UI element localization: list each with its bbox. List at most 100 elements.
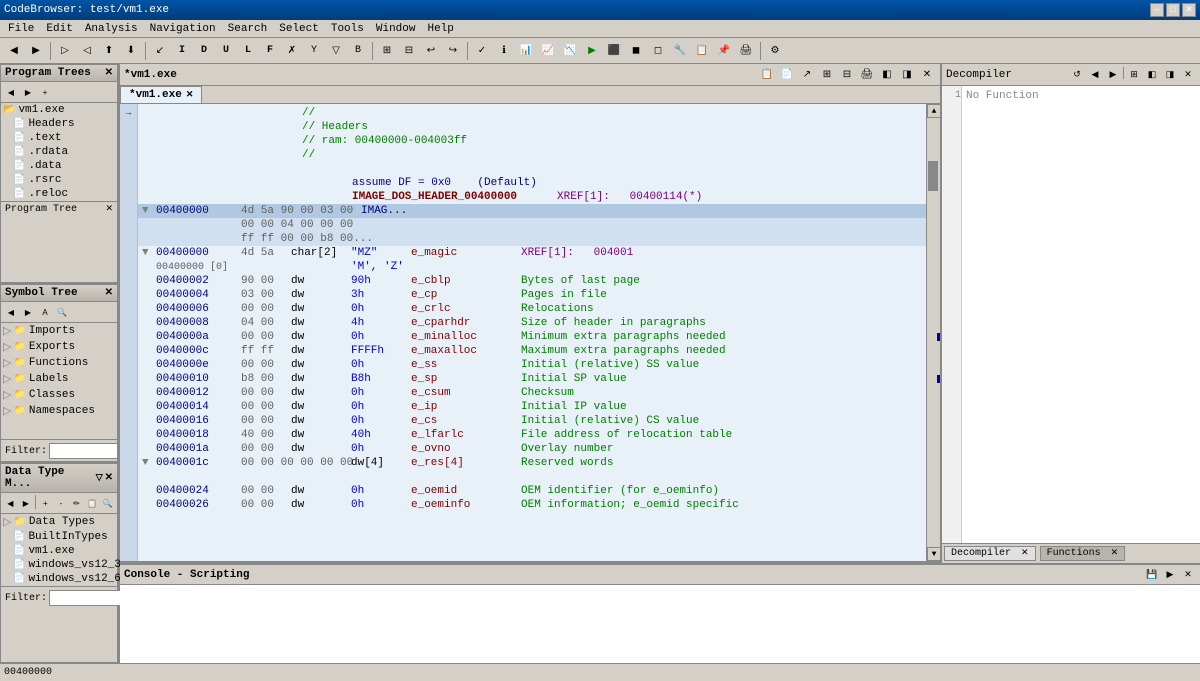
toolbar-btn-b[interactable]: B <box>348 41 368 61</box>
code-row-ecblp[interactable]: 00400002 90 00 dw 90h e_cblp Bytes of la… <box>138 274 926 288</box>
dt-item-vs12-64[interactable]: 📄 windows_vs12_64 <box>1 572 117 586</box>
dt-item-vm1[interactable]: 📄 vm1.exe <box>1 544 117 558</box>
listing-close[interactable]: ✕ <box>918 66 936 84</box>
toolbar-btn-s8[interactable]: 📋 <box>692 41 712 61</box>
dt-btn-3[interactable]: + <box>38 495 53 511</box>
menu-select[interactable]: Select <box>273 22 325 36</box>
listing-btn-1[interactable]: 📋 <box>758 66 776 84</box>
close-button[interactable]: ✕ <box>1182 3 1196 17</box>
tree-item-rsrc[interactable]: 📄 .rsrc <box>1 173 117 187</box>
code-row-eres[interactable]: ▼ 0040001c 00 00 00 00 00 00 dw[4] e_res… <box>138 456 926 470</box>
symbol-filter-input[interactable] <box>49 443 118 459</box>
menu-help[interactable]: Help <box>421 22 459 36</box>
toolbar-btn-x[interactable]: ✗ <box>282 41 302 61</box>
symbol-btn-1[interactable]: ◀ <box>3 304 19 320</box>
code-row-assume[interactable]: assume DF = 0x0 (Default) <box>138 176 926 190</box>
menu-file[interactable]: File <box>2 22 40 36</box>
expand-btn-emagic[interactable]: ▼ <box>142 247 156 259</box>
toolbar-btn-info[interactable]: ℹ <box>494 41 514 61</box>
toolbar-btn-s6[interactable]: ◻ <box>648 41 668 61</box>
toolbar-btn-s4[interactable]: ⬛ <box>604 41 624 61</box>
dec-btn-3[interactable]: ⊞ <box>1126 67 1142 83</box>
toolbar-btn-nav2[interactable]: ⊟ <box>399 41 419 61</box>
toolbar-btn-2[interactable]: ◁ <box>77 41 97 61</box>
code-row-ecsum[interactable]: 00400012 00 00 dw 0h e_csum Checksum <box>138 386 926 400</box>
listing-btn-cursor[interactable]: ↗ <box>798 66 816 84</box>
toolbar-btn-nav3[interactable]: ↩ <box>421 41 441 61</box>
toolbar-btn-y[interactable]: Y <box>304 41 324 61</box>
toolbar-btn-f[interactable]: F <box>260 41 280 61</box>
toolbar-btn-s1[interactable]: 📊 <box>516 41 536 61</box>
dec-btn-2[interactable]: ▶ <box>1105 67 1121 83</box>
code-listing[interactable]: // // Headers // ram: 00400000-004003ff … <box>138 104 926 561</box>
symbol-btn-3[interactable]: A <box>37 304 53 320</box>
code-row-ess[interactable]: 0040000e 00 00 dw 0h e_ss Initial (relat… <box>138 358 926 372</box>
listing-btn-5[interactable]: ◧ <box>878 66 896 84</box>
toolbar-btn-s10[interactable]: 🖨 <box>736 41 756 61</box>
tree-item-text[interactable]: 📄 .text <box>1 131 117 145</box>
program-tree-close[interactable]: ✕ <box>105 67 113 79</box>
tree-item-headers[interactable]: 📄 Headers <box>1 117 117 131</box>
expand-icon[interactable]: ▷ <box>3 324 11 338</box>
toolbar-btn-s11[interactable]: ⚙ <box>765 41 785 61</box>
expand-icon-exports[interactable]: ▷ <box>3 340 11 354</box>
listing-btn-print[interactable]: 🖨 <box>858 66 876 84</box>
dec-btn-5[interactable]: ◨ <box>1162 67 1178 83</box>
code-row-eip[interactable]: 00400014 00 00 dw 0h e_ip Initial IP val… <box>138 400 926 414</box>
symbol-tree-close[interactable]: ✕ <box>105 287 113 299</box>
symbol-item-namespaces[interactable]: ▷ 📁 Namespaces <box>1 403 117 419</box>
tree-btn-1[interactable]: ◀ <box>3 84 19 100</box>
toolbar-btn-play[interactable]: ▶ <box>582 41 602 61</box>
dt-item-datatypes[interactable]: ▷ 📁 Data Types <box>1 514 117 530</box>
code-row-ecparhdr[interactable]: 00400008 04 00 dw 4h e_cparhdr Size of h… <box>138 316 926 330</box>
toolbar-btn-4[interactable]: ⬇ <box>121 41 141 61</box>
dec-tab-close-1[interactable]: ✕ <box>1021 548 1029 558</box>
menu-window[interactable]: Window <box>370 22 422 36</box>
toolbar-btn-u[interactable]: U <box>216 41 236 61</box>
dt-btn-4[interactable]: - <box>54 495 69 511</box>
toolbar-btn-check[interactable]: ✓ <box>472 41 492 61</box>
program-tree-tab[interactable]: Program Tree ✕ <box>1 201 117 217</box>
forward-button[interactable]: ▶ <box>26 41 46 61</box>
code-row-eoeminfo[interactable]: 00400026 00 00 dw 0h e_oeminfo OEM infor… <box>138 498 926 512</box>
console-close[interactable]: ✕ <box>1180 567 1196 583</box>
dt-btn-1[interactable]: ◀ <box>3 495 18 511</box>
menu-analysis[interactable]: Analysis <box>79 22 144 36</box>
maximize-button[interactable]: □ <box>1166 3 1180 17</box>
symbol-item-labels[interactable]: ▷ 📁 Labels <box>1 371 117 387</box>
listing-btn-6[interactable]: ◨ <box>898 66 916 84</box>
toolbar-btn-s5[interactable]: ◼ <box>626 41 646 61</box>
tree-btn-3[interactable]: + <box>37 84 53 100</box>
menu-edit[interactable]: Edit <box>40 22 78 36</box>
listing-btn-2[interactable]: 📄 <box>778 66 796 84</box>
tree-item-vm1exe[interactable]: 📂 vm1.exe <box>1 103 117 117</box>
symbol-item-imports[interactable]: ▷ 📁 Imports <box>1 323 117 339</box>
code-row-emaxalloc[interactable]: 0040000c ff ff dw FFFFh e_maxalloc Maxim… <box>138 344 926 358</box>
expand-icon-dt[interactable]: ▷ <box>3 515 11 529</box>
program-tree-tab-close[interactable]: ✕ <box>105 204 113 214</box>
code-row-00400000-bytes[interactable]: ▼ 00400000 4d 5a 90 00 03 00 IMAG... <box>138 204 926 218</box>
symbol-btn-4[interactable]: 🔍 <box>54 304 70 320</box>
toolbar-btn-5[interactable]: ↙ <box>150 41 170 61</box>
toolbar-btn-v[interactable]: ▽ <box>326 41 346 61</box>
toolbar-btn-d[interactable]: D <box>194 41 214 61</box>
dec-close[interactable]: ✕ <box>1180 67 1196 83</box>
symbol-btn-2[interactable]: ▶ <box>20 304 36 320</box>
tree-btn-2[interactable]: ▶ <box>20 84 36 100</box>
code-row-eovno[interactable]: 0040001a 00 00 dw 0h e_ovno Overlay numb… <box>138 442 926 456</box>
scroll-thumb[interactable] <box>928 161 938 191</box>
tree-item-data[interactable]: 📄 .data <box>1 159 117 173</box>
expand-btn-eres[interactable]: ▼ <box>142 457 156 469</box>
menu-search[interactable]: Search <box>222 22 274 36</box>
toolbar-btn-s7[interactable]: 🔧 <box>670 41 690 61</box>
dt-btn-7[interactable]: 🔍 <box>100 495 115 511</box>
tab-vm1exe[interactable]: *vm1.exe ✕ <box>120 86 202 103</box>
symbol-item-exports[interactable]: ▷ 📁 Exports <box>1 339 117 355</box>
back-button[interactable]: ◀ <box>4 41 24 61</box>
toolbar-btn-nav4[interactable]: ↪ <box>443 41 463 61</box>
tree-item-reloc[interactable]: 📄 .reloc <box>1 187 117 201</box>
console-content[interactable] <box>120 585 1200 663</box>
decompiler-tab-decompiler[interactable]: Decompiler ✕ <box>944 546 1036 561</box>
dt-btn-2[interactable]: ▶ <box>19 495 34 511</box>
dec-btn-1[interactable]: ◀ <box>1087 67 1103 83</box>
